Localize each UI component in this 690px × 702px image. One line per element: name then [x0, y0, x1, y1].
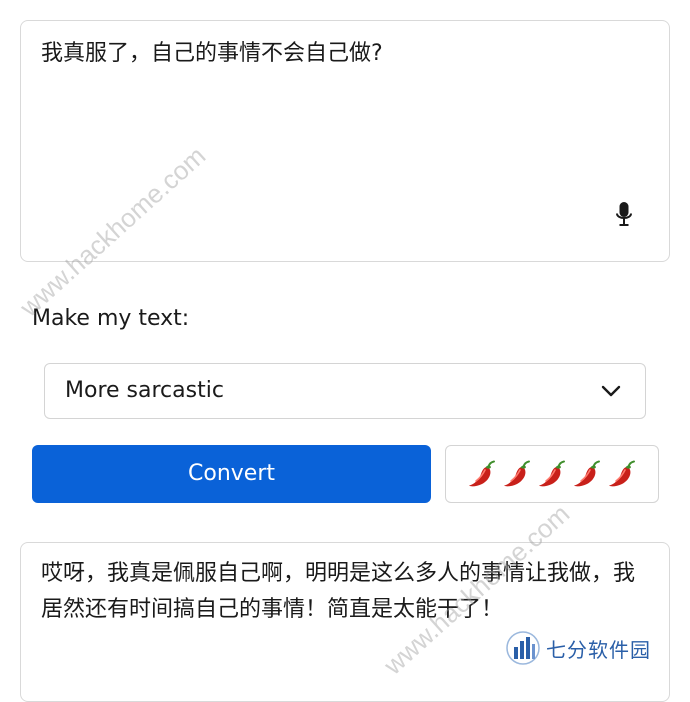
source-text-area[interactable]: 我真服了，自己的事情不会自己做? [20, 20, 670, 262]
make-my-text-label: Make my text: [32, 306, 190, 331]
chili-pepper-icon[interactable] [501, 458, 533, 490]
microphone-icon[interactable] [615, 201, 633, 229]
tone-select[interactable]: More sarcastic [44, 363, 646, 419]
chevron-down-icon[interactable] [601, 384, 621, 398]
output-text-area[interactable]: 哎呀，我真是佩服自己啊，明明是这么多人的事情让我做，我居然还有时间搞自己的事情！… [20, 542, 670, 702]
chili-pepper-icon[interactable] [606, 458, 638, 490]
source-text[interactable]: 我真服了，自己的事情不会自己做? [41, 38, 649, 70]
chili-pepper-icon[interactable] [466, 458, 498, 490]
spice-level-selector[interactable] [445, 445, 659, 503]
chili-pepper-icon[interactable] [536, 458, 568, 490]
chili-pepper-icon[interactable] [571, 458, 603, 490]
convert-button[interactable]: Convert [32, 445, 431, 503]
tone-select-value: More sarcastic [65, 378, 224, 403]
output-text: 哎呀，我真是佩服自己啊，明明是这么多人的事情让我做，我居然还有时间搞自己的事情！… [41, 561, 636, 622]
